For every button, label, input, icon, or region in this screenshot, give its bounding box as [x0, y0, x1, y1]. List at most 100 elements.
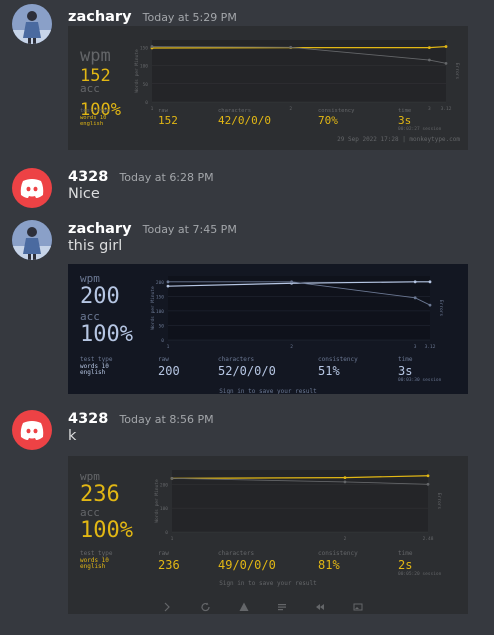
- characters-value: 52/0/0/0: [218, 364, 276, 378]
- language-value: english: [80, 121, 104, 127]
- username[interactable]: 4328: [68, 169, 108, 185]
- acc-label: acc: [80, 82, 100, 95]
- sign-in-link[interactable]: Sign in to save your result: [68, 388, 468, 394]
- time-value: 3s: [398, 114, 412, 127]
- result-card[interactable]: 200 100 0 1 2 2.48 Words per Minute Errors wpm 23…: [68, 456, 468, 614]
- avatar[interactable]: [12, 4, 52, 44]
- sign-in-link[interactable]: Sign in to save your result: [68, 580, 468, 587]
- x-tick-label: 2: [290, 344, 293, 350]
- message-text: this girl: [68, 238, 123, 254]
- data-point-raw: [444, 61, 448, 65]
- warning-icon[interactable]: [238, 598, 250, 611]
- time-label: time: [398, 550, 413, 557]
- timestamp: Today at 6:28 PM: [119, 171, 214, 184]
- x-tick-label: 2: [289, 106, 292, 112]
- consistency-label: consistency: [318, 550, 358, 557]
- raw-label: raw: [158, 356, 169, 363]
- plot-area: [152, 40, 446, 102]
- x-tick-label: 2.48: [423, 536, 434, 542]
- x-tick-label: 3: [414, 344, 417, 350]
- raw-value: 152: [158, 114, 178, 127]
- time-label: time: [398, 356, 413, 363]
- data-point-wpm: [413, 280, 417, 284]
- session-value: 00:03:30 session: [398, 378, 442, 383]
- y-tick-label: 0: [165, 530, 168, 536]
- data-point-raw: [166, 280, 170, 284]
- avatar[interactable]: [12, 168, 52, 208]
- x-tick-label: 3.12: [425, 344, 436, 350]
- x-tick-label: 1: [171, 536, 174, 542]
- y-tick-label: 50: [143, 82, 149, 88]
- data-point-wpm: [426, 474, 430, 478]
- image-icon[interactable]: [352, 598, 364, 611]
- footer-date: 29 Sep 2022 17:28 | monkeytype.com: [337, 136, 460, 143]
- data-point-raw: [150, 45, 154, 48]
- y-tick-label: 0: [161, 338, 164, 344]
- y-axis-label: Words per Minute: [150, 286, 156, 330]
- raw-label: raw: [158, 550, 169, 557]
- y-tick-label: 200: [156, 280, 164, 286]
- language-value: english: [80, 563, 106, 570]
- raw-value: 200: [158, 364, 180, 378]
- discord-logo-icon: [20, 179, 44, 198]
- consistency-value: 70%: [318, 114, 338, 127]
- x-tick-label: 2: [344, 536, 347, 542]
- time-value: 2s: [398, 558, 413, 572]
- wpm-value: 236: [80, 482, 120, 507]
- data-point-raw: [290, 280, 293, 284]
- raw-value: 236: [158, 558, 180, 572]
- y-axis-label: Words per Minute: [154, 479, 160, 523]
- data-point-raw: [426, 482, 430, 486]
- x-tick-label: 3.12: [441, 106, 452, 112]
- data-point-raw: [289, 45, 293, 49]
- characters-label: characters: [218, 356, 255, 363]
- data-point-raw: [413, 296, 417, 300]
- y-tick-label: 200: [160, 482, 168, 488]
- wpm-label: wpm: [80, 46, 111, 66]
- consistency-value: 51%: [318, 364, 340, 378]
- data-point-wpm: [166, 284, 170, 288]
- avatar[interactable]: [12, 220, 52, 260]
- message-text: k: [68, 428, 77, 444]
- y-tick-label: 100: [140, 64, 148, 70]
- wpm-value: 200: [80, 284, 120, 309]
- y-tick-label: 100: [156, 309, 164, 315]
- consistency-label: consistency: [318, 356, 358, 363]
- restart-icon[interactable]: [200, 598, 212, 612]
- data-point-wpm: [343, 476, 347, 480]
- session-value: 00:02:27 session: [398, 127, 442, 132]
- message-text: Nice: [68, 186, 100, 202]
- y-axis-label: Words per Minute: [134, 49, 140, 93]
- acc-value: 100%: [80, 518, 133, 543]
- data-point-wpm: [427, 46, 431, 50]
- y-tick-label: 0: [145, 100, 148, 106]
- username[interactable]: zachary: [68, 9, 132, 25]
- characters-value: 42/0/0/0: [218, 114, 271, 127]
- y-tick-label: 100: [160, 506, 168, 512]
- list-icon[interactable]: [276, 598, 288, 611]
- username[interactable]: 4328: [68, 411, 108, 427]
- x-tick-label: 1: [151, 106, 154, 112]
- data-point-raw: [427, 58, 431, 62]
- data-point-raw: [170, 476, 174, 480]
- y-tick-label: 150: [140, 45, 148, 51]
- acc-value: 100%: [80, 322, 133, 347]
- result-card[interactable]: 150 100 50 0 1 2 3 3.12 Words per Minute Errors wp…: [68, 26, 468, 150]
- data-point-wpm: [444, 45, 448, 48]
- timestamp: Today at 5:29 PM: [142, 11, 237, 24]
- replay-icon[interactable]: [314, 598, 326, 610]
- discord-logo-icon: [20, 421, 44, 440]
- username[interactable]: zachary: [68, 221, 132, 237]
- data-point-raw: [343, 480, 347, 484]
- data-point-raw: [428, 303, 432, 307]
- data-point-wpm: [428, 280, 432, 284]
- right-axis-label: Errors: [436, 493, 442, 510]
- consistency-value: 81%: [318, 558, 340, 572]
- result-card[interactable]: 200 150 100 50 0 1 2 3 3.12 Words per Minute Error…: [68, 264, 468, 394]
- next-icon[interactable]: [162, 598, 174, 612]
- avatar[interactable]: [12, 410, 52, 450]
- test-type-label: test type: [80, 108, 110, 114]
- user-avatar-icon: [12, 220, 52, 260]
- right-axis-label: Errors: [454, 63, 460, 80]
- test-type-label: test type: [80, 550, 113, 557]
